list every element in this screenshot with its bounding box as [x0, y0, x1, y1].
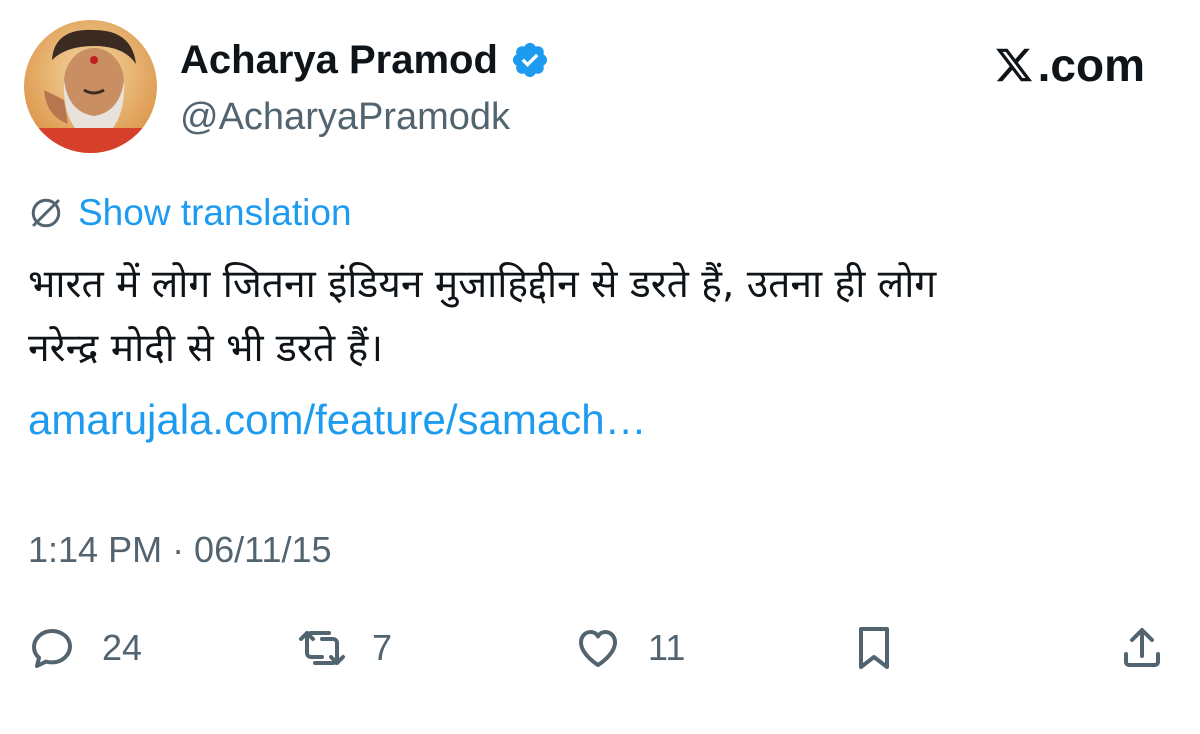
heart-icon — [579, 630, 617, 667]
reply-icon — [32, 629, 72, 668]
bookmark-button[interactable] — [850, 620, 898, 676]
show-translation-label[interactable]: Show translation — [78, 192, 352, 234]
like-count: 11 — [648, 627, 686, 668]
verified-badge-icon — [512, 42, 548, 78]
tweet-link[interactable]: amarujala.com/feature/samach… — [28, 392, 647, 448]
avatar-photo — [24, 20, 157, 153]
share-button[interactable] — [1118, 620, 1166, 676]
tweet-text-line-1: भारत में लोग जितना इंडियन मुजाहिद्दीन से… — [28, 262, 937, 307]
tweet-card: Acharya Pramod @AcharyaPramodk .com Show… — [0, 0, 1200, 734]
reply-button[interactable]: 24 — [28, 620, 142, 676]
like-button[interactable]: 11 — [574, 620, 685, 676]
globe-translate-icon — [31, 198, 61, 228]
show-translation-link[interactable]: Show translation — [28, 192, 352, 234]
author-name-text[interactable]: Acharya Pramod — [180, 36, 498, 84]
reply-count: 24 — [102, 627, 143, 668]
author-display-name[interactable]: Acharya Pramod — [180, 36, 550, 84]
retweet-button[interactable]: 7 — [298, 620, 392, 676]
x-brand: .com — [994, 38, 1145, 92]
retweet-count: 7 — [372, 627, 393, 668]
brand-label: .com — [1037, 39, 1145, 91]
share-icon — [1124, 628, 1160, 667]
tweet-text: भारत में लोग जितना इंडियन मुजाहिद्दीन से… — [28, 253, 1168, 381]
tweet-text-line-2: नरेन्द्र मोदी से भी डरते हैं। — [28, 326, 383, 371]
retweet-icon — [299, 631, 345, 665]
x-logo-icon — [995, 48, 1032, 82]
avatar[interactable] — [24, 20, 157, 153]
bookmark-icon — [859, 627, 889, 669]
tweet-timestamp[interactable]: 1:14 PM · 06/11/15 — [28, 528, 332, 572]
author-handle[interactable]: @AcharyaPramodk — [180, 94, 510, 140]
